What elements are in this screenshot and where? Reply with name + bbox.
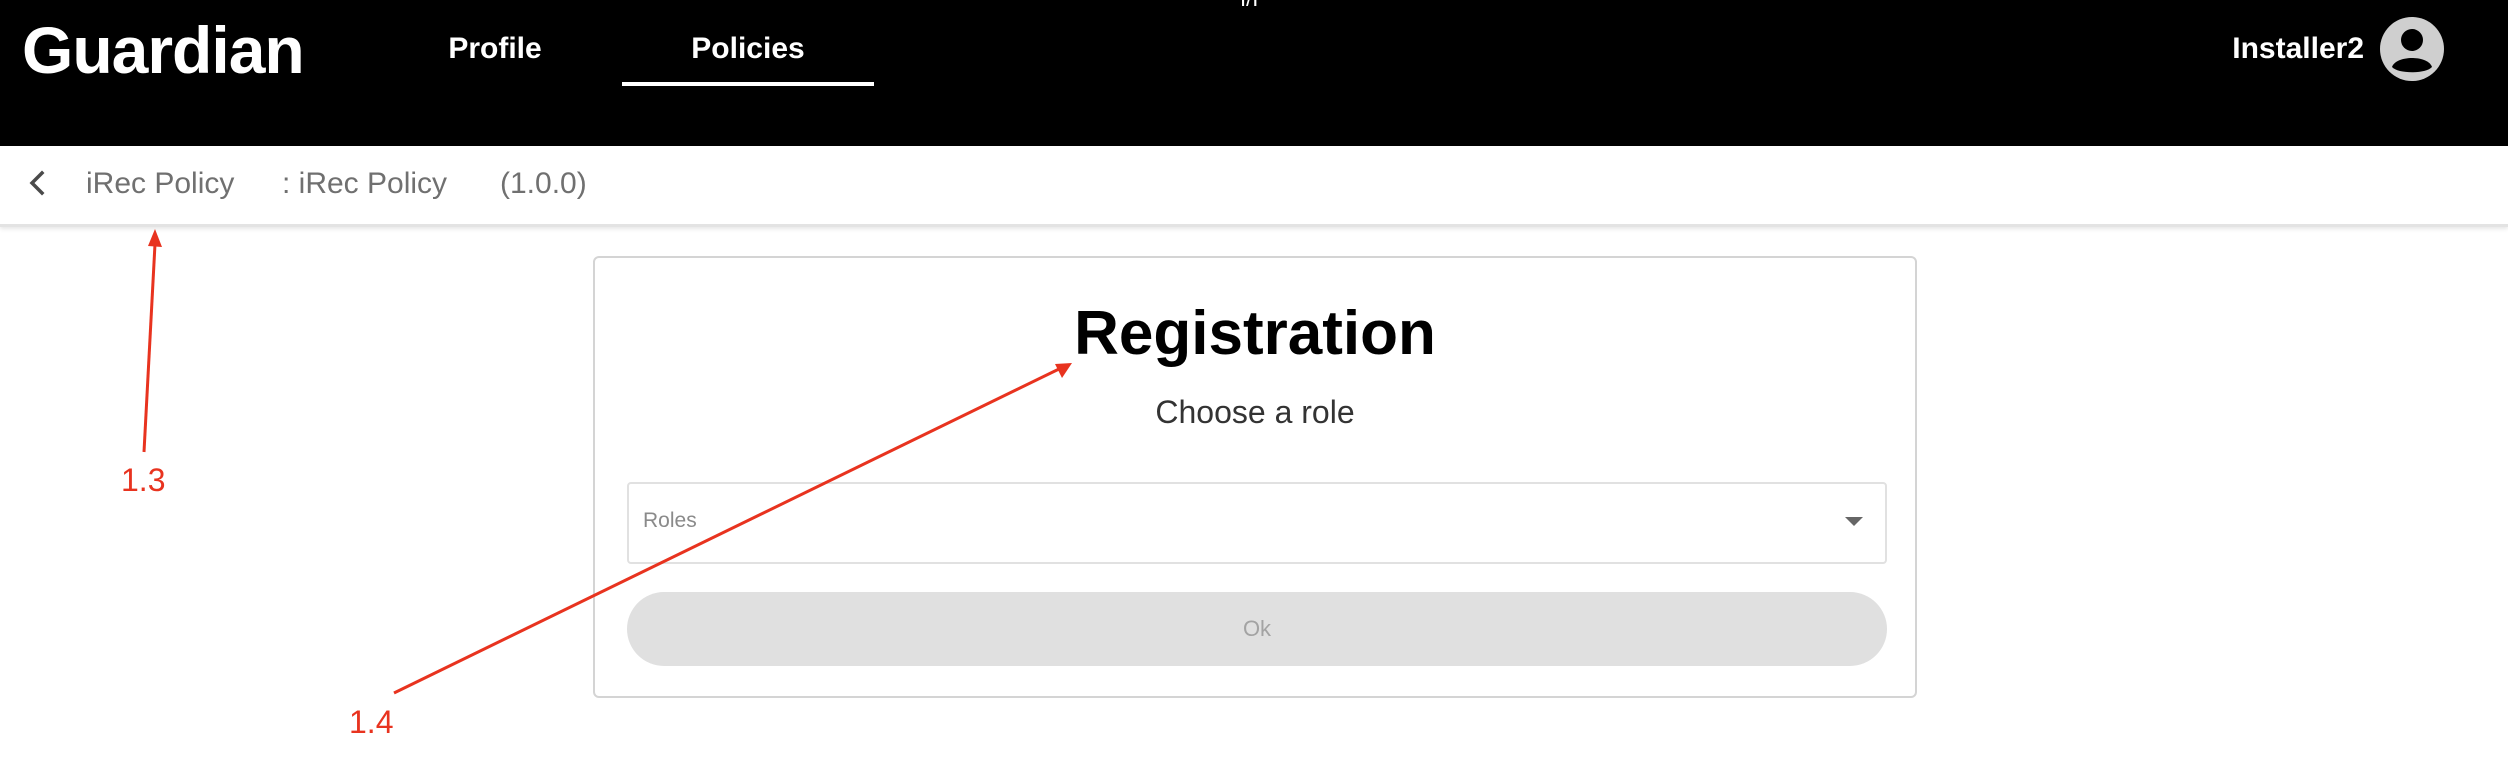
main-content: iRec Policy : iRec Policy (1.0.0) Regist… — [0, 146, 2508, 758]
caret-down-icon[interactable] — [1845, 517, 1863, 526]
ok-button-label: Ok — [1242, 616, 1272, 641]
breadcrumb: iRec Policy : iRec Policy (1.0.0) — [0, 146, 2508, 227]
roles-select[interactable]: Roles — [627, 482, 1887, 564]
ok-button[interactable]: Ok — [627, 592, 1887, 666]
registration-card: Registration Choose a role Roles Ok — [593, 256, 1917, 698]
top-marker-text: I/I — [1240, 0, 1258, 12]
annotation-label-1-4: 1.4 — [349, 704, 394, 740]
guardian-logo: Guardian — [22, 13, 305, 87]
annotation-label-1-3: 1.3 — [121, 462, 166, 498]
account-circle-icon[interactable] — [2380, 17, 2444, 81]
nav-tab-profile[interactable]: Profile — [410, 24, 580, 74]
roles-select-label: Roles — [643, 509, 697, 532]
nav-tab-policies[interactable]: Policies — [622, 24, 874, 74]
registration-subtitle: Choose a role — [1155, 394, 1355, 430]
active-tab-indicator — [622, 82, 874, 86]
breadcrumb-policy-subtitle: : iRec Policy — [282, 167, 448, 200]
chevron-left-icon[interactable] — [22, 167, 54, 199]
breadcrumb-policy-name[interactable]: iRec Policy — [86, 166, 234, 202]
username-label[interactable]: Installer2 — [2232, 24, 2364, 74]
breadcrumb-policy-version: (1.0.0) — [500, 167, 587, 200]
top-navigation-bar: Guardian Profile Policies I/I Installer2 — [0, 0, 2508, 146]
registration-title: Registration — [1074, 299, 1436, 368]
